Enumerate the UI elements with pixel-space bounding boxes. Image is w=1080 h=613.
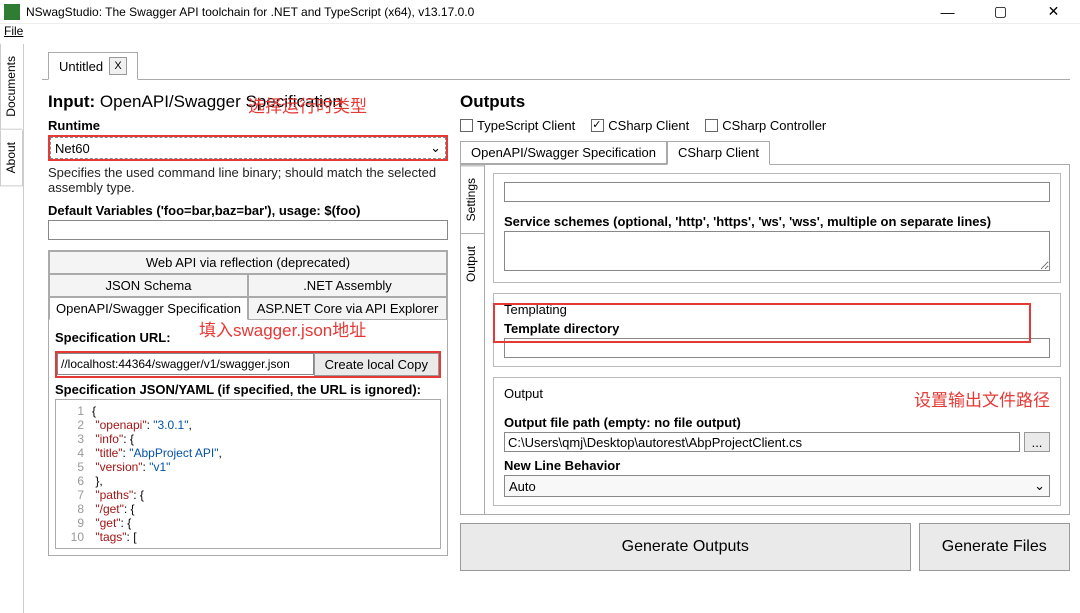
spec-content: Specification URL: 填入swagger.json地址 Crea… — [49, 320, 447, 555]
menu-file[interactable]: File — [4, 24, 23, 38]
default-vars-label: Default Variables ('foo=bar,baz=bar'), u… — [48, 203, 448, 218]
output-file-path-label: Output file path (empty: no file output) — [504, 415, 1050, 430]
close-button[interactable]: ✕ — [1031, 0, 1076, 24]
spec-url-input[interactable] — [57, 353, 314, 375]
newline-select[interactable]: Auto⌄ — [504, 475, 1050, 497]
runtime-value: Net60 — [55, 141, 90, 156]
default-vars-input[interactable] — [48, 220, 448, 240]
vtab-output[interactable]: Output — [461, 233, 484, 294]
output-header: Output — [504, 386, 543, 411]
side-tabs: Documents About — [0, 44, 24, 613]
spec-json-editor[interactable]: 1{2 "openapi": "3.0.1",3 "info": {4 "tit… — [55, 399, 441, 549]
annotation-swagger-url: 填入swagger.json地址 — [199, 316, 366, 341]
minimize-button[interactable]: — — [925, 0, 970, 24]
document-tabs: Untitled X — [42, 52, 1070, 80]
unnamed-input-top[interactable] — [504, 182, 1050, 202]
annotation-runtime: 选择运行时类型 — [248, 92, 367, 117]
out-tab-openapi[interactable]: OpenAPI/Swagger Specification — [460, 141, 667, 164]
content: Untitled X Input: OpenAPI/Swagger Specif… — [24, 44, 1080, 613]
runtime-highlight: Net60 ⌄ — [48, 135, 448, 161]
app-icon — [4, 4, 20, 20]
runtime-help: Specifies the used command line binary; … — [48, 165, 448, 195]
check-ts-client[interactable]: TypeScript Client — [460, 118, 575, 133]
generate-files-button[interactable]: Generate Files — [919, 523, 1071, 571]
newline-label: New Line Behavior — [504, 458, 1050, 473]
runtime-label: Runtime — [48, 118, 448, 133]
vtab-settings[interactable]: Settings — [461, 165, 484, 233]
workspace: Documents About Untitled X Input: OpenAP… — [0, 44, 1080, 613]
check-cs-controller[interactable]: CSharp Controller — [705, 118, 826, 133]
generate-outputs-button[interactable]: Generate Outputs — [460, 523, 911, 571]
tab-json-schema[interactable]: JSON Schema — [49, 274, 248, 297]
output-panel: Outputs TypeScript Client CSharp Client … — [460, 92, 1070, 597]
input-panel: Input: OpenAPI/Swagger Specification 选择运… — [48, 92, 448, 597]
tab-net-assembly[interactable]: .NET Assembly — [248, 274, 447, 297]
chevron-down-icon: ⌄ — [1034, 478, 1045, 494]
chevron-down-icon: ⌄ — [430, 140, 441, 156]
input-source-tabs: Web API via reflection (deprecated) JSON… — [48, 250, 448, 556]
service-schemes-label: Service schemes (optional, 'http', 'http… — [504, 214, 1050, 229]
doc-tab-close-button[interactable]: X — [109, 57, 127, 75]
out-tab-csharp-client[interactable]: CSharp Client — [667, 141, 770, 165]
runtime-select[interactable]: Net60 ⌄ — [50, 137, 446, 159]
doc-tab-label: Untitled — [59, 59, 103, 74]
sidetab-about[interactable]: About — [0, 130, 23, 186]
outputs-title: Outputs — [460, 92, 525, 111]
output-file-path-input[interactable] — [504, 432, 1020, 452]
window-title: NSwagStudio: The Swagger API toolchain f… — [26, 5, 925, 19]
maximize-button[interactable]: ▢ — [978, 0, 1023, 24]
create-local-copy-button[interactable]: Create local Copy — [314, 353, 439, 376]
sidetab-documents[interactable]: Documents — [0, 44, 23, 130]
spec-url-label: Specification URL: — [55, 330, 171, 345]
annotation-output-path: 设置输出文件路径 — [914, 386, 1050, 411]
spec-json-label: Specification JSON/YAML (if specified, t… — [55, 382, 441, 397]
document-tab-untitled[interactable]: Untitled X — [48, 52, 138, 80]
menu-bar: File — [0, 24, 1080, 44]
service-schemes-input[interactable] — [504, 231, 1050, 271]
tab-webapi-reflection[interactable]: Web API via reflection (deprecated) — [49, 251, 447, 274]
title-bar: NSwagStudio: The Swagger API toolchain f… — [0, 0, 1080, 24]
check-cs-client[interactable]: CSharp Client — [591, 118, 689, 133]
browse-button[interactable]: ... — [1024, 432, 1050, 452]
